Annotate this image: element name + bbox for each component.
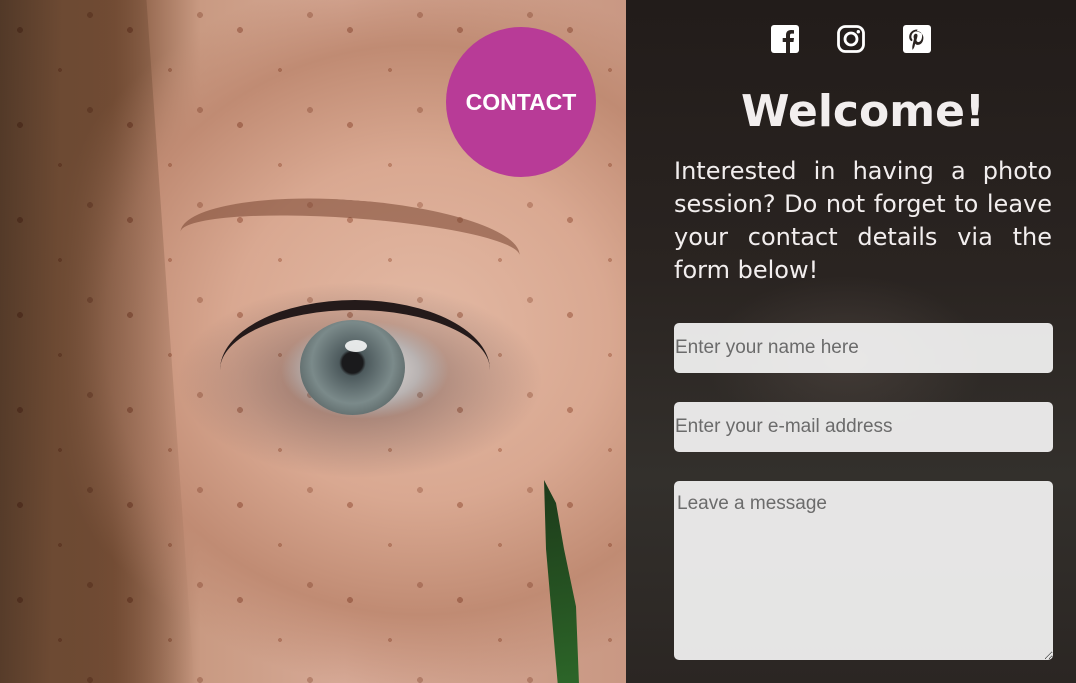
intro-text: Interested in having a photo session? Do…	[674, 157, 1052, 284]
hero-photo: CONTACT	[0, 0, 626, 683]
name-input[interactable]	[674, 323, 1053, 373]
welcome-title: Welcome!	[741, 86, 985, 137]
instagram-icon[interactable]	[836, 24, 866, 54]
eye-iris	[300, 320, 405, 415]
email-input[interactable]	[674, 402, 1053, 452]
contact-button[interactable]: CONTACT	[446, 27, 596, 177]
contact-button-label: CONTACT	[465, 88, 577, 115]
pinterest-icon[interactable]	[902, 24, 932, 54]
message-textarea[interactable]	[674, 481, 1053, 660]
form-panel: Welcome! Interested in having a photo se…	[626, 0, 1076, 683]
social-links	[626, 24, 1076, 54]
facebook-icon[interactable]	[770, 24, 800, 54]
